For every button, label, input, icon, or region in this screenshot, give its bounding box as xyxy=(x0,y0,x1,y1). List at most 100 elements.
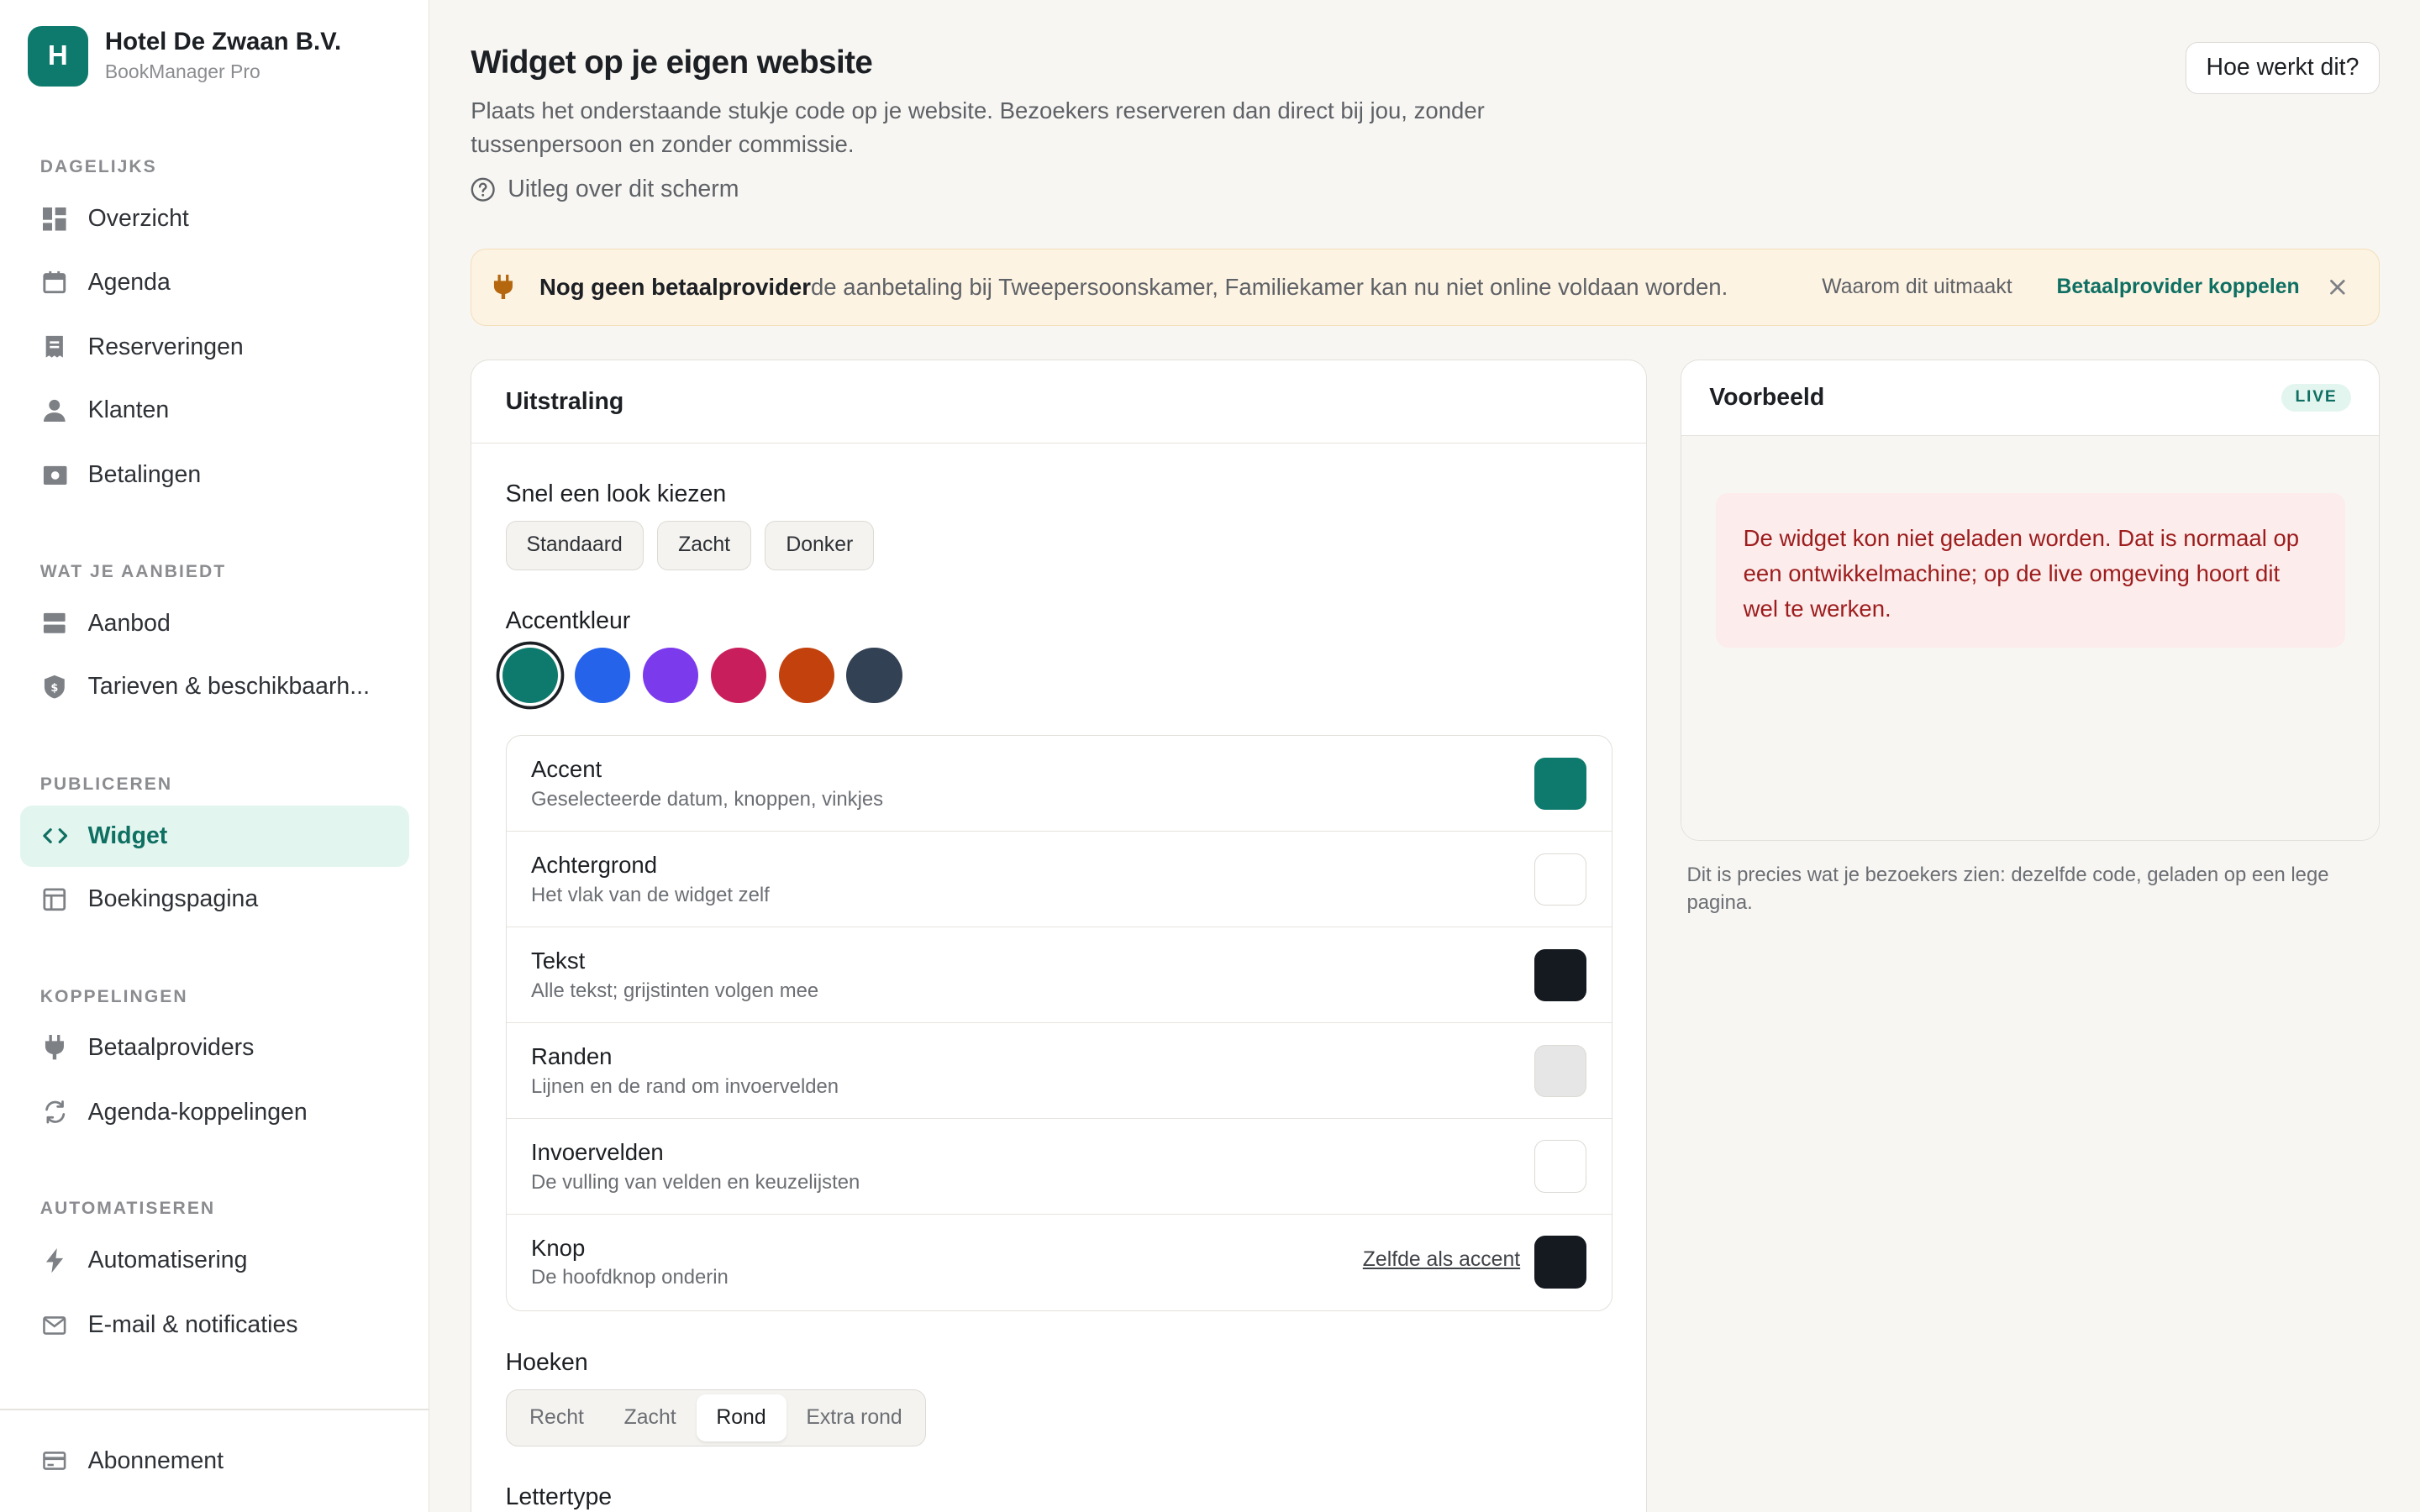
color-row-description: Alle tekst; grijstinten volgen mee xyxy=(530,979,819,1002)
accent-swatch-teal[interactable] xyxy=(502,647,559,703)
page-title: Widget op je eigen website xyxy=(471,45,873,81)
sidebar-item-label: Tarieven & beschikbaarh... xyxy=(87,672,370,700)
plug-icon xyxy=(493,274,518,300)
color-row-title: Tekst xyxy=(530,948,586,974)
brand-subtitle: BookManager Pro xyxy=(104,60,260,82)
preset-standaard-button[interactable]: Standaard xyxy=(505,520,644,570)
corners-option-extra-rond[interactable]: Extra rond xyxy=(786,1394,923,1442)
help-link-label: Uitleg over dit scherm xyxy=(508,176,739,203)
corners-option-rond[interactable]: Rond xyxy=(696,1394,786,1442)
color-row-description: Geselecteerde datum, knoppen, vinkjes xyxy=(530,788,884,811)
color-row-title: Randen xyxy=(530,1042,613,1069)
input-color-picker[interactable] xyxy=(1534,1140,1587,1193)
sidebar-item-klanten[interactable]: Klanten xyxy=(20,380,409,441)
nav-section-title: PUBLICEREN xyxy=(39,774,173,795)
sidebar-item-boekingspagina[interactable]: Boekingspagina xyxy=(20,869,409,930)
color-row-title: Achtergrond xyxy=(530,852,658,879)
alert-why-link[interactable]: Waarom dit uitmaakt xyxy=(1822,276,2012,299)
receipt-icon xyxy=(42,334,68,360)
sidebar-item-abonnement[interactable]: Abonnement xyxy=(20,1431,409,1492)
bolt-icon xyxy=(42,1247,68,1273)
shield-icon: $ xyxy=(42,674,68,700)
appearance-card: Uitstraling Snel een look kiezen Standaa… xyxy=(471,359,1647,1512)
sidebar-item-widget[interactable]: Widget xyxy=(19,805,409,868)
sync-icon xyxy=(42,1100,68,1126)
color-row-description: De vulling van velden en keuzelijsten xyxy=(530,1170,860,1194)
stack-icon xyxy=(42,610,68,636)
sidebar-item-tarieven[interactable]: $ Tarieven & beschikbaarh... xyxy=(20,656,409,717)
preview-card: Voorbeeld LIVE De widget kon niet gelade… xyxy=(1681,359,2381,841)
preview-card-title: Voorbeeld xyxy=(1709,383,1825,411)
sidebar-item-agenda-koppelingen[interactable]: Agenda-koppelingen xyxy=(20,1082,409,1143)
color-row-knop: Knop De hoofdknop onderin Zelfde als acc… xyxy=(507,1215,1612,1310)
alert-title: Nog geen betaalprovider xyxy=(539,273,811,300)
border-color-picker[interactable] xyxy=(1534,1044,1587,1098)
widget-error-message: De widget kon niet geladen worden. Dat i… xyxy=(1715,492,2345,648)
sidebar-item-label: Widget xyxy=(87,822,168,849)
accent-swatch-pink[interactable] xyxy=(710,647,766,703)
color-row-tekst: Tekst Alle tekst; grijstinten volgen mee xyxy=(506,927,1612,1023)
nav-section-title: AUTOMATISEREN xyxy=(39,1199,216,1219)
sidebar-divider xyxy=(0,1408,429,1410)
close-icon[interactable] xyxy=(2327,276,2349,298)
sidebar-item-reserveringen[interactable]: Reserveringen xyxy=(20,317,409,378)
preview-card-header: Voorbeeld LIVE xyxy=(1681,360,2380,436)
how-it-works-button[interactable]: Hoe werkt dit? xyxy=(2185,41,2381,95)
color-row-invoervelden: Invoervelden De vulling van velden en ke… xyxy=(506,1119,1612,1215)
sidebar-item-betalingen[interactable]: Betalingen xyxy=(20,444,409,506)
live-badge: LIVE xyxy=(2281,383,2352,412)
brand-logo: H xyxy=(28,26,88,87)
corners-option-zacht[interactable]: Zacht xyxy=(604,1394,697,1442)
connect-provider-link[interactable]: Betaalprovider koppelen xyxy=(2056,276,2299,299)
accent-swatch-blue[interactable] xyxy=(575,647,631,703)
sidebar: H Hotel De Zwaan B.V. BookManager Pro DA… xyxy=(0,0,429,1512)
sidebar-item-email-notificaties[interactable]: E-mail & notificaties xyxy=(20,1294,409,1356)
color-row-description: Lijnen en de rand om invoervelden xyxy=(530,1074,839,1098)
code-icon xyxy=(42,823,68,849)
sidebar-item-aanbod[interactable]: Aanbod xyxy=(20,592,409,654)
plug-icon xyxy=(42,1034,68,1060)
color-row-accent: Accent Geselecteerde datum, knoppen, vin… xyxy=(506,736,1612,832)
accent-swatch-slate[interactable] xyxy=(846,647,902,703)
layout-icon xyxy=(42,886,68,912)
nav-section-title: WAT JE AANBIEDT xyxy=(39,561,227,581)
color-row-description: Het vlak van de widget zelf xyxy=(530,883,770,906)
font-label: Lettertype xyxy=(505,1483,613,1511)
sidebar-item-label: Betalingen xyxy=(87,461,202,489)
grid-icon xyxy=(42,206,68,232)
same-as-accent-link[interactable]: Zelfde als accent xyxy=(1363,1248,1520,1272)
corners-label: Hoeken xyxy=(505,1349,588,1377)
payment-provider-alert: Nog geen betaalprovider de aanbetaling b… xyxy=(471,248,2381,326)
preview-note: Dit is precies wat je bezoekers zien: de… xyxy=(1686,863,2329,914)
person-icon xyxy=(42,397,68,423)
button-color-picker[interactable] xyxy=(1534,1236,1587,1289)
sidebar-item-overzicht[interactable]: Overzicht xyxy=(20,188,409,249)
accent-swatch-purple[interactable] xyxy=(643,647,699,703)
sidebar-item-label: Agenda xyxy=(87,268,171,296)
preset-buttons: Standaard Zacht Donker xyxy=(505,520,875,570)
preset-donker-button[interactable]: Donker xyxy=(765,520,875,570)
accent-label: Accentkleur xyxy=(505,606,631,634)
sidebar-item-automatisering[interactable]: Automatisering xyxy=(20,1230,409,1291)
accent-swatches xyxy=(502,647,902,703)
preview-frame: De widget kon niet geladen worden. Dat i… xyxy=(1681,435,2380,840)
accent-color-picker[interactable] xyxy=(1534,757,1587,811)
help-link[interactable]: Uitleg over dit scherm xyxy=(471,176,739,203)
sidebar-item-label: Overzicht xyxy=(87,205,189,233)
sidebar-item-agenda[interactable]: Agenda xyxy=(20,251,409,312)
sidebar-item-label: Klanten xyxy=(87,396,170,424)
corners-option-recht[interactable]: Recht xyxy=(509,1394,604,1442)
mail-icon xyxy=(42,1312,68,1338)
sidebar-item-betaalproviders[interactable]: Betaalproviders xyxy=(20,1016,409,1078)
color-settings: Accent Geselecteerde datum, knoppen, vin… xyxy=(505,735,1612,1311)
preset-zacht-button[interactable]: Zacht xyxy=(657,520,751,570)
page-description: Plaats het onderstaande stukje code op j… xyxy=(471,97,1485,158)
text-color-picker[interactable] xyxy=(1534,948,1587,1002)
card-icon xyxy=(42,1448,68,1474)
sidebar-item-label: Agenda-koppelingen xyxy=(87,1098,308,1126)
svg-text:$: $ xyxy=(51,682,59,695)
accent-swatch-orange[interactable] xyxy=(778,647,834,703)
nav-section-title: DAGELIJKS xyxy=(39,157,157,177)
background-color-picker[interactable] xyxy=(1534,853,1587,906)
brand[interactable]: H Hotel De Zwaan B.V. BookManager Pro xyxy=(28,26,341,87)
